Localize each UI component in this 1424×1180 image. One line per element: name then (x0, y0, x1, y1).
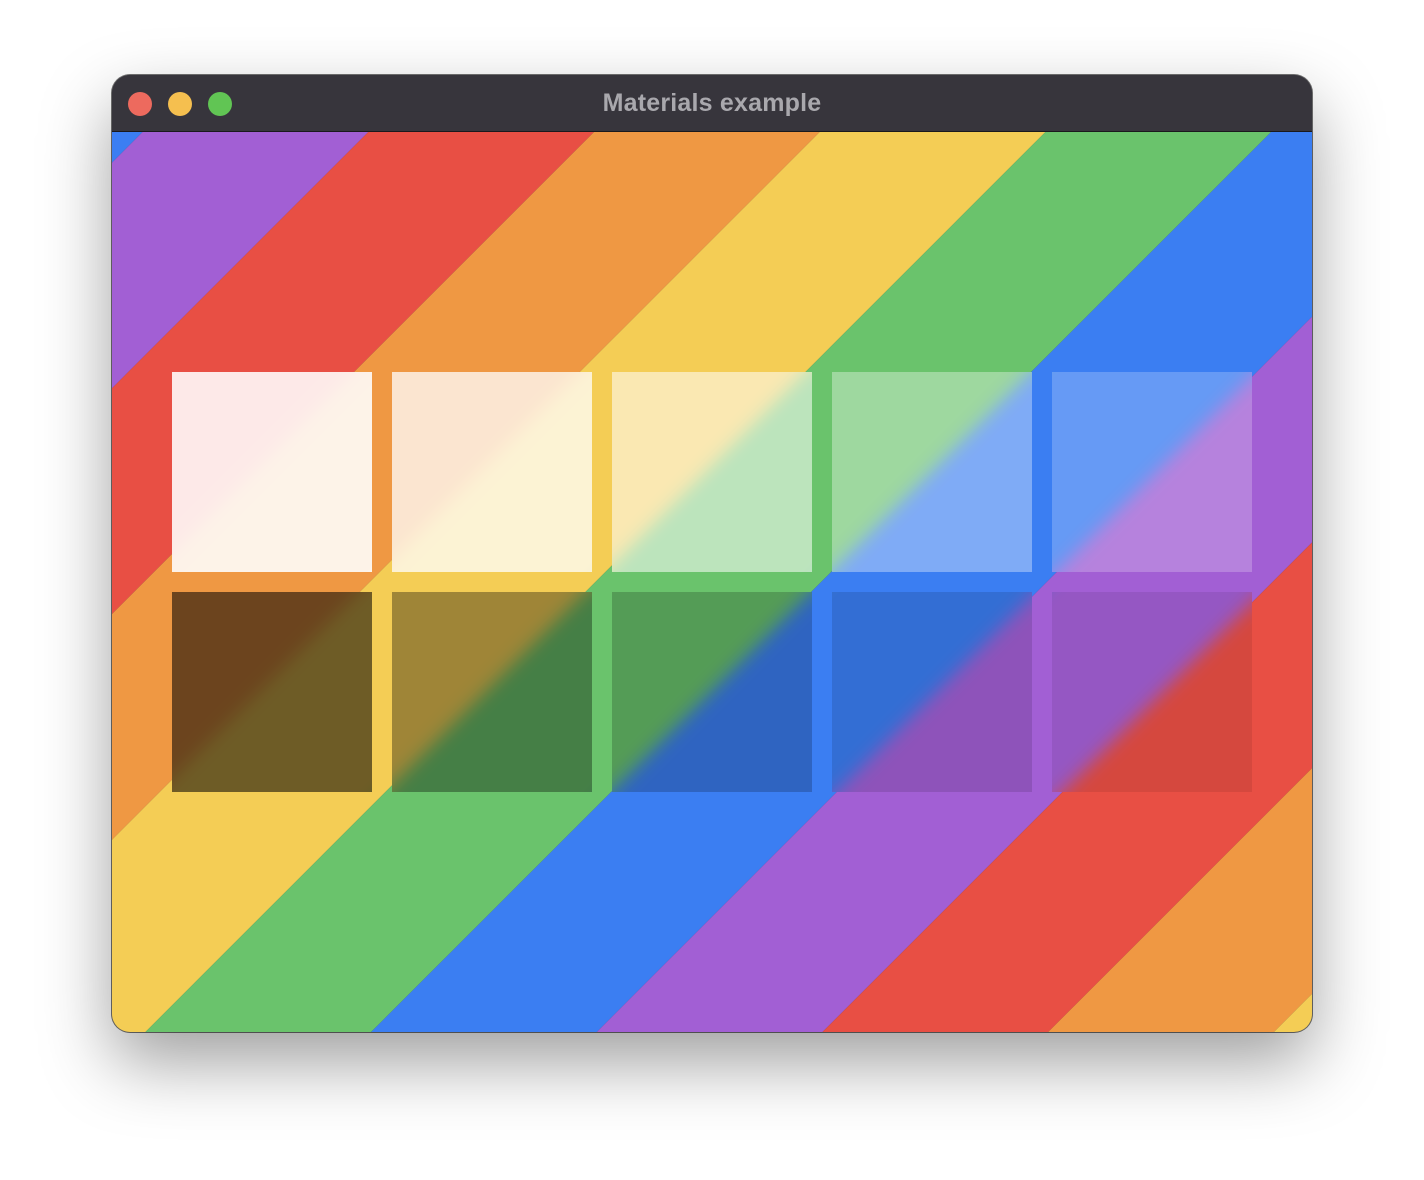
light-material-tile (392, 372, 592, 572)
window-title: Materials example (602, 89, 822, 117)
material-tint (832, 372, 1032, 572)
window-content (112, 132, 1312, 1032)
dark-material-tile (392, 592, 592, 792)
material-tint (172, 592, 372, 792)
dark-material-tile (1052, 592, 1252, 792)
light-material-tile (172, 372, 372, 572)
app-window: Materials example (112, 75, 1312, 1032)
dark-material-tile (172, 592, 372, 792)
material-tint (392, 372, 592, 572)
material-tint (392, 592, 592, 792)
material-tint (172, 372, 372, 572)
rainbow-background (112, 132, 1312, 1032)
light-material-tile (612, 372, 812, 572)
material-tint (612, 592, 812, 792)
light-material-tile (1052, 372, 1252, 572)
material-tint (1052, 372, 1252, 572)
dark-material-tile (612, 592, 812, 792)
material-tint (612, 372, 812, 572)
material-tint (1052, 592, 1252, 792)
light-material-tile (832, 372, 1032, 572)
material-tint (832, 592, 1032, 792)
dark-material-tile (832, 592, 1032, 792)
title-bar[interactable]: Materials example (112, 75, 1312, 132)
